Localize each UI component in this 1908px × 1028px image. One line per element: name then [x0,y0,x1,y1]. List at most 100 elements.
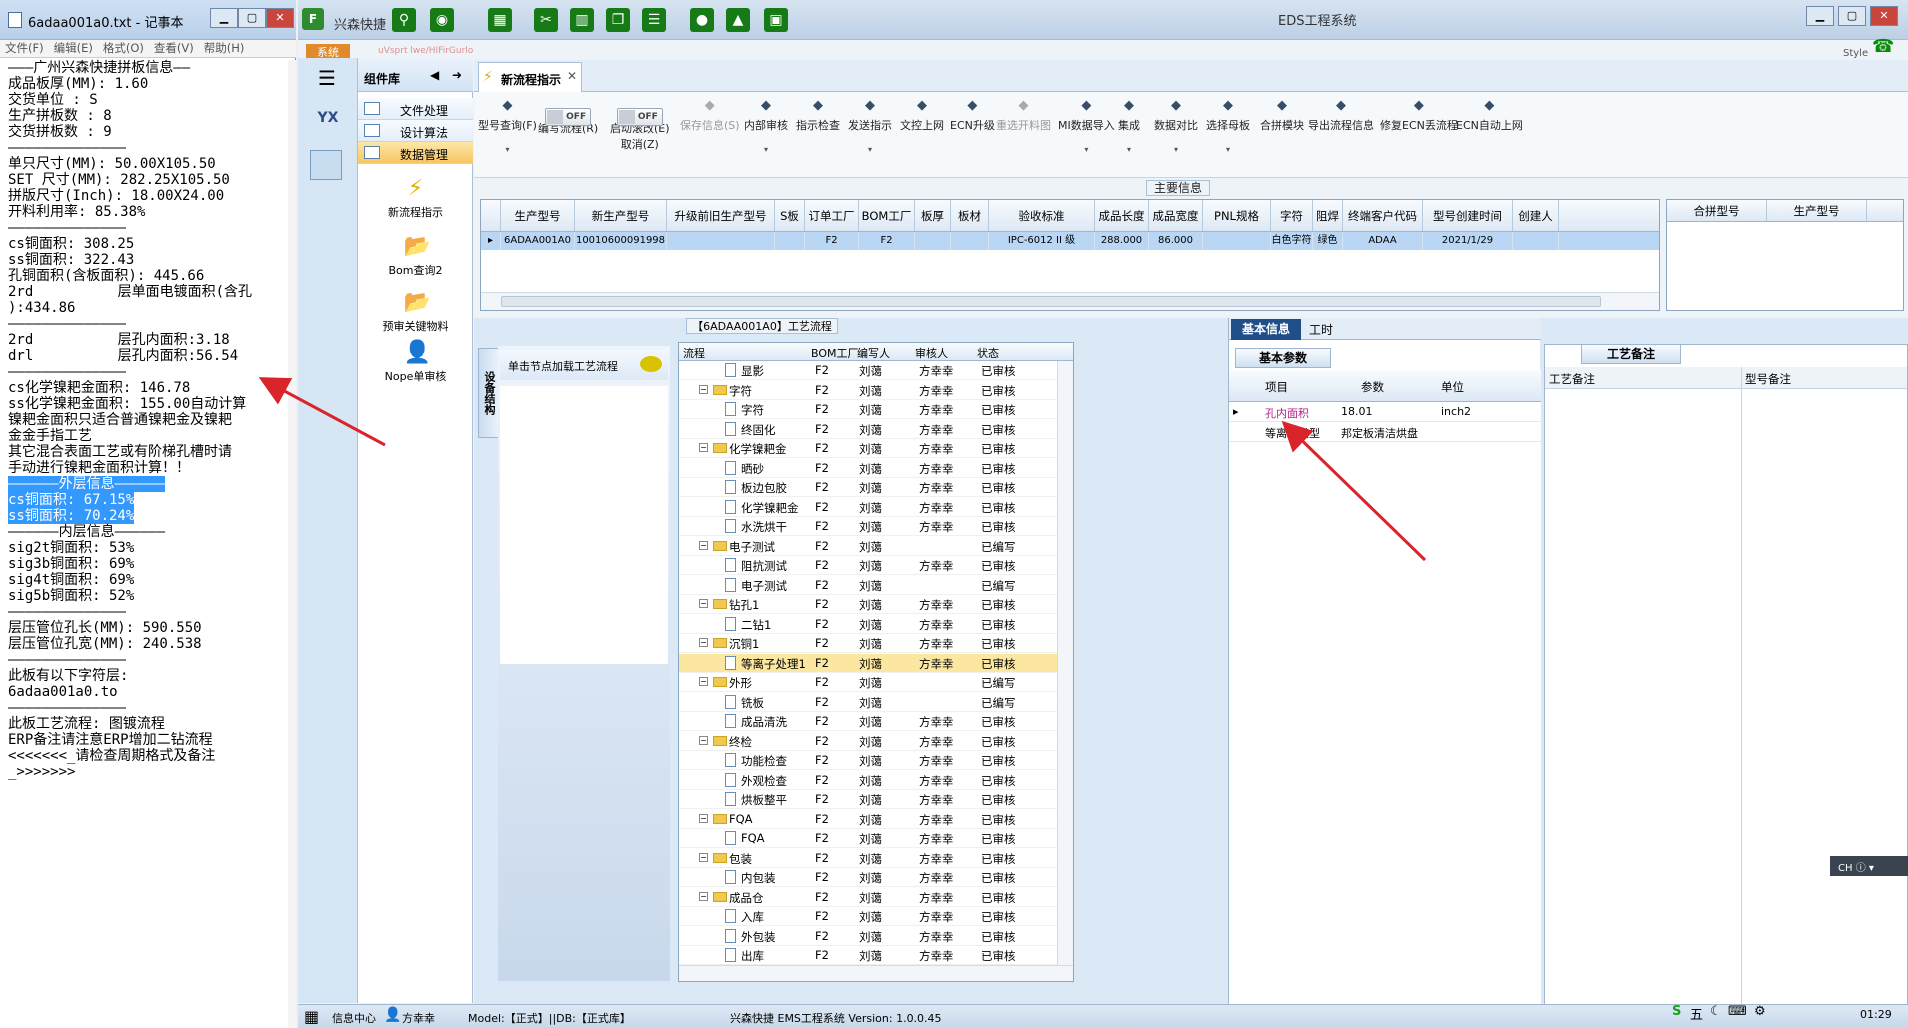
collapse-icon[interactable]: − [699,735,708,745]
chevron-down-icon[interactable]: ▾ [1118,145,1140,154]
scissors-icon[interactable]: ✂ [534,8,558,32]
phone-icon[interactable]: ☎ [1872,36,1894,57]
horizontal-scrollbar[interactable] [679,965,1073,981]
notepad-text[interactable]: ———广州兴森快捷拼板信息—— 成品板厚(MM): 1.60 交货单位 : S 生产拼… [8,60,292,780]
yx-icon[interactable]: YX [310,110,346,140]
flow-row[interactable]: 出库 F2 刘蔼 方幸幸 已审核 [679,946,1073,965]
toolbar-button-15[interactable]: ◆ 导出流程信息 [1308,98,1374,133]
toolbar-button-2[interactable]: OFF 启动滚改(E) 取消(Z) [610,98,670,152]
chevron-down-icon[interactable]: ▾ [1058,145,1115,154]
flow-row[interactable]: − 钻孔1 F2 刘蔼 方幸幸 已审核 [679,595,1073,614]
merge-model-grid[interactable]: 合拼型号 生产型号 [1666,199,1904,311]
flow-row[interactable]: 等离子处理1 F2 刘蔼 方幸幸 已审核 [679,653,1073,673]
chart-icon[interactable]: ▲ [726,8,750,32]
side-tab-equipment-structure[interactable]: 设备结构 [478,348,500,438]
tab-new-flow[interactable]: ⚡ 新流程指示 ✕ [478,62,582,92]
columns-icon[interactable]: ▥ [570,8,594,32]
node-tree[interactable] [500,386,668,664]
toolbar-button-14[interactable]: ◆ 合拼模块 [1260,98,1304,133]
toolbar-button-10[interactable]: ◆ MI数据导入 ▾ [1058,98,1115,154]
notepad-titlebar[interactable]: 6adaa001a0.txt - 记事本 ▁ ▢ ✕ [0,0,296,40]
nav-design-algorithm-button[interactable]: 设计算法 [358,120,473,142]
toolbar-button-7[interactable]: ◆ 文控上网 [900,98,944,133]
flow-row[interactable]: − 终检 F2 刘蔼 方幸幸 已审核 [679,732,1073,751]
toolbar-button-6[interactable]: ◆ 发送指示 ▾ [848,98,892,154]
basic-param-row[interactable]: 等离子类型 邦定板清洁烘盘 [1229,422,1541,442]
toggle-switch[interactable]: OFF [616,108,663,126]
list-icon[interactable]: ☰ [642,8,666,32]
table-icon[interactable]: ▦ [488,8,512,32]
ime-mode[interactable]: 五 [1690,1004,1703,1023]
basic-params-grid[interactable]: 项目 参数 单位 ▸ 孔内面积 18.01 inch2 等离子类型 邦定板清洁烘盘 [1229,370,1541,1008]
nav-item-new-flow[interactable]: ⚡ 新流程指示 [358,176,473,220]
toolbar-button-3[interactable]: ◆ 保存信息(S) [680,98,740,133]
flow-row[interactable]: 阻抗测试 F2 刘蔼 方幸幸 已审核 [679,556,1073,575]
flow-row[interactable]: 铣板 F2 刘蔼 已编写 [679,693,1073,712]
main-info-grid[interactable]: 生产型号 新生产型号 升级前旧生产型号 S板 订单工厂 BOM工厂 板厚 板材 验收标准 成品长度… [480,199,1660,311]
flow-row[interactable]: − 成品仓 F2 刘蔼 方幸幸 已审核 [679,888,1073,907]
collapse-icon[interactable]: − [699,852,708,862]
flow-row[interactable]: 电子测试 F2 刘蔼 已编写 [679,576,1073,595]
menu-item[interactable]: 查看(V) [154,41,194,55]
flow-row[interactable]: − 字符 F2 刘蔼 方幸幸 已审核 [679,381,1073,400]
copy-icon[interactable]: ❐ [606,8,630,32]
search-icon[interactable]: ⚲ [392,8,416,32]
sogou-icon[interactable]: S [1672,1004,1681,1019]
ime-indicator[interactable]: CH ⓘ ▾ [1830,856,1908,876]
chevron-down-icon[interactable]: ▾ [1154,145,1198,154]
close-icon[interactable]: ✕ [1870,6,1898,26]
chevron-down-icon[interactable]: ▾ [848,145,892,154]
menu-item[interactable]: 格式(O) [103,41,144,55]
scroll-thumb[interactable] [501,296,1601,307]
flow-row[interactable]: FQA F2 刘蔼 方幸幸 已审核 [679,829,1073,848]
info-center-link[interactable]: 信息中心 [332,1010,376,1026]
toolbar-button-9[interactable]: ◆ 重选开料图 [996,98,1051,133]
collapse-icon[interactable]: − [699,384,708,394]
process-flow-tree[interactable]: 流程 BOM工厂 编写人 审核人 状态 显影 F2 刘蔼 方幸幸 已审核 − 字符 F2 刘蔼 方幸幸 已审… [678,342,1074,982]
close-icon[interactable]: ✕ [266,8,294,28]
flow-row[interactable]: 功能检查 F2 刘蔼 方幸幸 已审核 [679,751,1073,770]
nav-item-nope-review[interactable]: 👤 Nope单审核 [358,340,473,384]
minimize-icon[interactable]: ▁ [1806,6,1834,26]
basic-param-row[interactable]: ▸ 孔内面积 18.01 inch2 [1229,402,1541,422]
pin-icon[interactable]: ➜ [452,68,462,82]
flow-row[interactable]: 显影 F2 刘蔼 方幸幸 已审核 [679,361,1073,380]
chevron-down-icon[interactable]: ▾ [744,145,788,154]
menu-item[interactable]: 文件(F) [5,41,44,55]
vertical-scrollbar[interactable] [1057,361,1073,965]
collapse-icon[interactable]: − [699,638,708,647]
toolbar-button-11[interactable]: ◆ 集成 ▾ [1118,98,1140,154]
tab-basic-info[interactable]: 基本信息 [1231,319,1301,340]
flow-row[interactable]: 二钻1 F2 刘蔼 方幸幸 已审核 [679,615,1073,634]
calculator-icon[interactable] [310,150,342,180]
nav-item-key-material[interactable]: 📂 预审关键物料 [358,290,473,334]
toolbar-button-1[interactable]: OFF 编写流程(R) [538,98,598,136]
tab-work-hours[interactable]: 工时 [1309,321,1333,338]
collapse-icon[interactable]: − [699,813,708,823]
toolbar-button-4[interactable]: ◆ 内部审核 ▾ [744,98,788,154]
nav-data-management-button[interactable]: 数据管理 [358,142,473,164]
flow-row[interactable]: 终固化 F2 刘蔼 方幸幸 已审核 [679,420,1073,439]
flow-row[interactable]: 化学镍耙金 F2 刘蔼 方幸幸 已审核 [679,498,1073,517]
toolbar-button-17[interactable]: ◆ ECN自动上网 [1456,98,1523,133]
flow-row[interactable]: 晒砂 F2 刘蔼 方幸幸 已审核 [679,459,1073,478]
menu-item[interactable]: 帮助(H) [204,41,245,55]
toolbar-button-0[interactable]: ◆ 型号查询(F) ▾ [478,98,537,154]
horizontal-scrollbar[interactable] [481,292,1659,310]
collapse-left-icon[interactable]: ◀ [430,68,439,82]
chevron-down-icon[interactable]: ▾ [1206,145,1250,154]
collapse-icon[interactable]: − [699,540,708,550]
flow-row[interactable]: 烘板整平 F2 刘蔼 方幸幸 已审核 [679,790,1073,809]
globe-icon[interactable]: ◉ [430,8,454,32]
moon-icon[interactable]: ☾ [1710,1004,1722,1019]
toolbar-button-16[interactable]: ◆ 修复ECN丢流程 [1380,98,1458,133]
notepad-scrollbar[interactable] [288,60,296,1028]
flow-row[interactable]: − 外形 F2 刘蔼 已编写 [679,673,1073,692]
chevron-down-icon[interactable]: ▾ [478,145,537,154]
style-label[interactable]: Style [1843,48,1868,59]
menu-item[interactable]: 编辑(E) [54,41,93,55]
flow-row[interactable]: 板边包胶 F2 刘蔼 方幸幸 已审核 [679,478,1073,497]
flow-row[interactable]: 内包装 F2 刘蔼 方幸幸 已审核 [679,868,1073,887]
user-icon[interactable]: ● [690,8,714,32]
collapse-icon[interactable]: − [699,599,708,608]
